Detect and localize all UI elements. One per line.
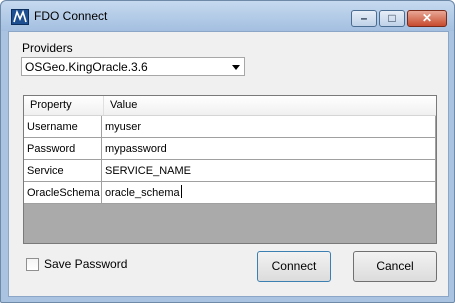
grid-row-username: Username myuser	[24, 116, 436, 138]
providers-dropdown[interactable]: OSGeo.KingOracle.3.6	[21, 57, 245, 76]
text-caret	[180, 185, 182, 198]
dialog-window: FDO Connect – □ ✕ Providers OSGeo.KingOr…	[0, 0, 455, 303]
value-cell[interactable]: mypassword	[102, 138, 436, 160]
value-text: oracle_schema	[105, 187, 180, 199]
dialog-body: Providers OSGeo.KingOracle.3.6 Property …	[8, 31, 449, 297]
chevron-down-icon	[232, 65, 240, 70]
save-password-checkbox[interactable]	[26, 258, 39, 271]
cancel-button[interactable]: Cancel	[353, 251, 437, 282]
maximize-icon: □	[388, 11, 396, 25]
minimize-icon: –	[360, 11, 368, 25]
minimize-button[interactable]: –	[351, 10, 377, 27]
maximize-button[interactable]: □	[379, 10, 405, 27]
close-button[interactable]: ✕	[407, 10, 447, 27]
providers-selected-value: OSGeo.KingOracle.3.6	[25, 60, 148, 74]
property-cell: OracleSchema	[24, 182, 102, 204]
close-icon: ✕	[421, 11, 433, 25]
column-header-property[interactable]: Property	[24, 96, 104, 115]
grid-row-oracleschema: OracleSchema oracle_schema	[24, 182, 436, 204]
value-cell[interactable]: SERVICE_NAME	[102, 160, 436, 182]
connect-button[interactable]: Connect	[257, 251, 331, 282]
grid-header: Property Value	[24, 96, 436, 116]
window-title: FDO Connect	[34, 9, 108, 23]
grid-row-password: Password mypassword	[24, 138, 436, 160]
property-cell: Password	[24, 138, 102, 160]
title-bar[interactable]: FDO Connect – □ ✕	[1, 1, 454, 31]
property-cell: Username	[24, 116, 102, 138]
save-password-label[interactable]: Save Password	[44, 257, 127, 271]
grid-body: Property Value Username myuser Password …	[24, 96, 436, 243]
providers-label: Providers	[22, 41, 73, 55]
grid-row-service: Service SERVICE_NAME	[24, 160, 436, 182]
connection-properties-grid[interactable]: Property Value Username myuser Password …	[23, 95, 437, 244]
value-cell[interactable]: myuser	[102, 116, 436, 138]
column-header-value[interactable]: Value	[104, 96, 436, 115]
value-cell-editing[interactable]: oracle_schema	[102, 182, 436, 204]
property-cell: Service	[24, 160, 102, 182]
app-logo-icon	[11, 9, 29, 25]
